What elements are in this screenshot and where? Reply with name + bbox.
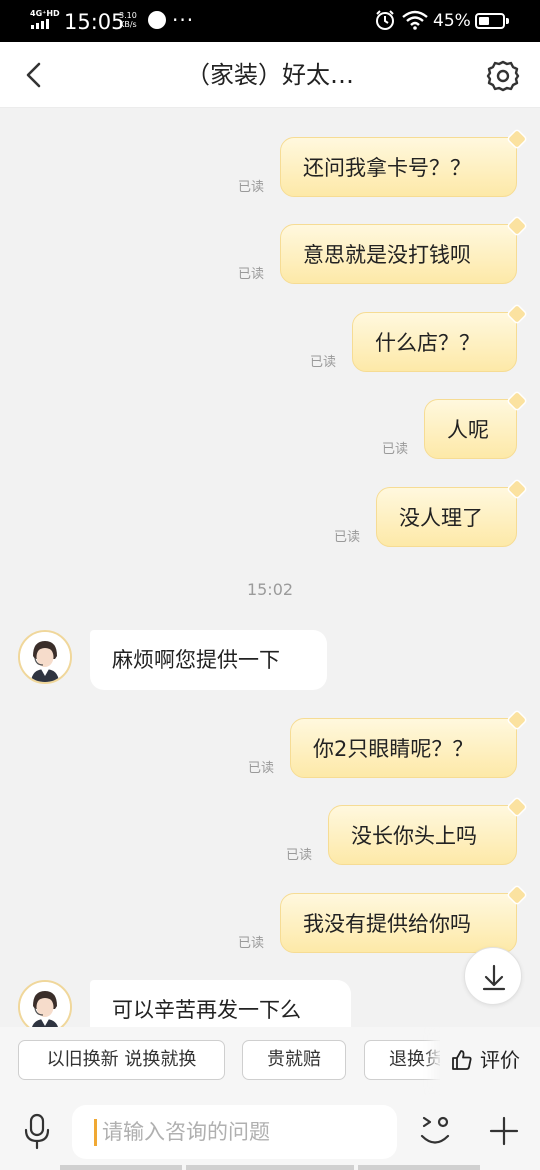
diamond-tag-icon (507, 129, 527, 149)
back-button[interactable] (18, 58, 52, 92)
message-input[interactable]: 请输入咨询的问题 (72, 1105, 397, 1159)
arrow-down-icon (482, 964, 506, 991)
scroll-to-bottom-button[interactable] (464, 947, 522, 1005)
battery-icon (475, 13, 505, 29)
diamond-tag-icon (507, 885, 527, 905)
signal-icon (31, 19, 53, 29)
app-notification-icon (148, 11, 166, 29)
more-notifications: ··· (172, 8, 195, 32)
diamond-tag-icon (507, 391, 527, 411)
chat-header: （家装）好太… (0, 42, 540, 108)
thumbs-up-icon (452, 1050, 472, 1070)
read-status: 已读 (286, 848, 313, 863)
message-bubble-outgoing[interactable]: 意思就是没打钱呗 (280, 224, 517, 284)
quick-reply-chip[interactable]: 贵就赔 (242, 1040, 346, 1080)
status-bar: 4G⁺HD 15:05 3.10 KB/s ··· 45% (0, 0, 540, 42)
input-placeholder: 请输入咨询的问题 (102, 1120, 270, 1144)
speed-value: 3.10 (119, 11, 137, 20)
diamond-tag-icon (507, 216, 527, 236)
message-bubble-outgoing[interactable]: 你2只眼睛呢？？ (290, 718, 517, 778)
mic-button[interactable] (20, 1111, 54, 1151)
read-status: 已读 (238, 936, 265, 951)
message-bubble-incoming[interactable]: 麻烦啊您提供一下 (90, 630, 327, 690)
nav-indicator (186, 1165, 354, 1170)
read-status: 已读 (238, 180, 265, 195)
battery-tip (506, 18, 509, 24)
diamond-tag-icon (507, 304, 527, 324)
plus-button[interactable] (488, 1115, 520, 1147)
rate-area: 评价 (440, 1027, 540, 1095)
read-status: 已读 (310, 355, 337, 370)
diamond-tag-icon (507, 797, 527, 817)
message-bubble-outgoing[interactable]: 我没有提供给你吗 (280, 893, 517, 953)
read-status: 已读 (238, 267, 265, 282)
speed-unit: KB/s (119, 20, 137, 29)
message-timestamp: 15:02 (246, 580, 294, 599)
emoji-button[interactable] (416, 1109, 454, 1151)
message-bubble-outgoing[interactable]: 还问我拿卡号？？ (280, 137, 517, 197)
read-status: 已读 (248, 761, 275, 776)
agent-avatar[interactable] (18, 980, 72, 1027)
quick-reply-bar: 以旧换新 说换就换 贵就赔 退换货 评价 (0, 1027, 540, 1095)
message-bubble-incoming[interactable]: 可以辛苦再发一下么 (90, 980, 351, 1027)
rate-label: 评价 (480, 1048, 520, 1072)
nav-indicator (60, 1165, 182, 1170)
message-bubble-outgoing[interactable]: 没长你头上吗 (328, 805, 517, 865)
agent-avatar[interactable] (18, 630, 72, 684)
page-title: （家装）好太… (186, 61, 354, 89)
read-status: 已读 (382, 442, 409, 457)
wifi-icon (402, 10, 428, 30)
diamond-tag-icon (507, 479, 527, 499)
read-status: 已读 (334, 530, 361, 545)
network-type: 4G⁺HD (30, 9, 60, 18)
text-caret (94, 1119, 97, 1146)
alarm-icon (376, 10, 394, 30)
diamond-tag-icon (507, 710, 527, 730)
nav-indicator (358, 1165, 480, 1170)
network-speed: 3.10 KB/s (119, 11, 137, 29)
battery-level (479, 17, 489, 25)
settings-button[interactable] (486, 59, 520, 93)
input-bar: 请输入咨询的问题 (0, 1095, 540, 1170)
chat-message-list[interactable]: 还问我拿卡号？？ 已读 意思就是没打钱呗 已读 什么店？？ 已读 人呢 已读 没… (0, 108, 540, 1027)
message-bubble-outgoing[interactable]: 没人理了 (376, 487, 517, 547)
battery-percent: 45% (433, 11, 471, 31)
rate-button[interactable]: 评价 (450, 1043, 520, 1077)
message-bubble-outgoing[interactable]: 什么店？？ (352, 312, 517, 372)
quick-reply-chip[interactable]: 以旧换新 说换就换 (18, 1040, 225, 1080)
clock: 15:05 (64, 10, 125, 34)
